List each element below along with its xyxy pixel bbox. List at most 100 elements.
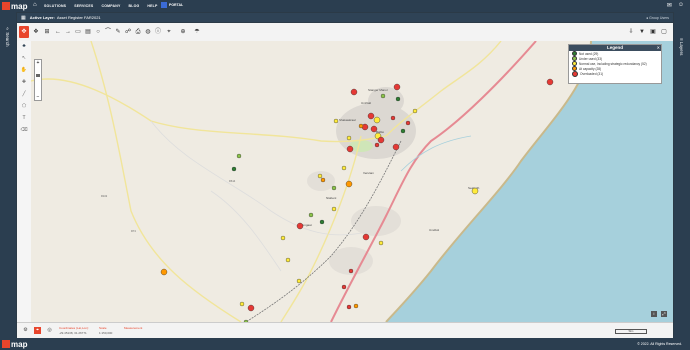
stack-icon[interactable]: ▤ [84,28,92,36]
pencil-icon[interactable]: ✎ [114,28,122,36]
asset-marker[interactable] [231,166,237,172]
asset-marker[interactable] [392,143,400,151]
chat-icon[interactable]: ✉ [667,2,672,9]
text-icon[interactable]: T [20,115,28,123]
asset-marker[interactable] [247,304,255,312]
asset-marker[interactable] [280,235,286,241]
asset-marker[interactable] [471,187,479,195]
locate-me-button[interactable]: ⌖ [34,327,41,334]
marker-icon[interactable]: ✚ [20,79,28,87]
polygon-icon[interactable]: ⬠ [20,103,28,111]
asset-marker[interactable] [331,206,337,212]
asset-marker[interactable] [333,118,339,124]
close-icon[interactable]: ✕ [657,45,660,50]
tree-icon[interactable]: ♣ [20,43,28,51]
print-icon[interactable]: ⎙ [134,28,142,36]
asset-marker[interactable] [358,123,364,129]
fullscreen-icon[interactable]: ▢ [660,28,668,36]
asset-marker[interactable] [370,125,378,133]
asset-marker[interactable] [331,185,337,191]
brand-logo[interactable]: map [2,1,27,11]
locate-icon[interactable]: ⊕ [179,28,187,36]
asset-marker[interactable] [239,301,245,307]
window-icon[interactable]: ▣ [649,28,657,36]
asset-marker[interactable] [160,268,168,276]
hand-icon[interactable]: ✋ [20,67,28,75]
layers-tool-icon[interactable]: ❖ [32,28,40,36]
user-icon[interactable]: ☺ [678,2,684,9]
asset-marker[interactable] [236,153,242,159]
info-icon[interactable]: ⓘ [154,28,162,36]
globe-icon[interactable]: ◍ [144,28,152,36]
target-icon[interactable]: ◎ [46,327,53,334]
asset-marker[interactable] [546,78,554,86]
circle-select-icon[interactable]: ○ [94,28,102,36]
footer-logo[interactable]: map [2,339,27,349]
asset-marker[interactable] [378,240,384,246]
asset-marker[interactable] [345,180,353,188]
nav-blog[interactable]: BLOG [129,4,140,8]
asset-marker[interactable] [319,219,325,225]
eraser-icon[interactable]: ⌫ [20,127,28,135]
layers-tab[interactable]: ≡ Layers [679,38,684,55]
asset-marker[interactable] [353,303,359,309]
asset-marker[interactable] [317,173,323,179]
asset-marker[interactable] [395,96,401,102]
group-users[interactable]: ● Group Users [646,16,669,20]
pin-icon[interactable]: ⌖ [165,28,173,36]
nav-services[interactable]: SERVICES [74,4,93,8]
download-icon[interactable]: ⇩ [627,28,635,36]
pointer-icon[interactable]: ↖ [20,55,28,63]
zoom-box-icon[interactable]: ▭ [74,28,82,36]
asset-marker[interactable] [308,212,314,218]
asset-marker[interactable] [373,116,381,124]
left-tool-strip: ♣ ↖ ✋ ✚ ╱ ⬠ T ⌫ [17,41,32,322]
route-icon[interactable]: ☍ [124,28,132,36]
map-info-button[interactable]: i [651,311,657,317]
asset-marker[interactable] [393,83,401,91]
nav-solutions[interactable]: SOLUTIONS [44,4,66,8]
portal-link[interactable]: PORTAL [161,2,183,8]
nav-help[interactable]: HELP [147,4,157,8]
asset-marker[interactable] [380,93,386,99]
asset-marker[interactable] [296,222,304,230]
measure-icon[interactable]: ⌒ [104,28,112,36]
asset-marker[interactable] [346,135,352,141]
map-expand-button[interactable]: ⤢ [661,311,667,317]
zoom-out-button[interactable]: − [35,94,41,100]
forward-icon[interactable]: → [64,28,72,36]
asset-marker[interactable] [350,88,358,96]
asset-marker[interactable] [296,278,302,284]
asset-marker[interactable] [348,268,354,274]
table-tool-icon[interactable]: ⊞ [43,28,51,36]
asset-marker[interactable] [377,136,385,144]
asset-marker[interactable] [341,284,347,290]
select-tool-button[interactable]: ✥ [19,26,29,38]
asset-marker[interactable] [405,120,411,126]
asset-marker[interactable] [346,304,352,310]
help-icon[interactable]: ☂ [193,28,201,36]
zoom-in-button[interactable]: + [35,60,41,66]
home-icon[interactable]: ⌂ [33,2,37,8]
asset-marker[interactable] [362,233,370,241]
asset-marker[interactable] [285,257,291,263]
active-layer-value[interactable]: Asset Register FAR2021 [57,15,101,20]
line-icon[interactable]: ╱ [20,91,28,99]
legend-panel: Legend ✕ Not used (29) Under used (33) N… [568,44,662,84]
asset-marker[interactable] [390,115,396,121]
asset-marker[interactable] [320,177,326,183]
bookmark-icon[interactable]: ▼ [638,28,646,36]
back-icon[interactable]: ← [54,28,62,36]
asset-marker[interactable] [412,108,418,114]
search-tab[interactable]: ⌕ Search [5,26,10,47]
asset-marker[interactable] [341,165,347,171]
asset-marker[interactable] [346,145,354,153]
settings-icon[interactable]: ⚙ [22,327,29,334]
nav-company[interactable]: COMPANY [101,4,120,8]
asset-marker[interactable] [400,128,406,134]
zoom-handle[interactable] [36,74,40,77]
asset-marker[interactable] [374,142,380,148]
zoom-slider[interactable]: + − [34,59,42,101]
asset-marker[interactable] [367,112,375,120]
map-canvas[interactable]: Stanger Manor Ballito Shakaskraal Ntaben… [31,41,673,322]
